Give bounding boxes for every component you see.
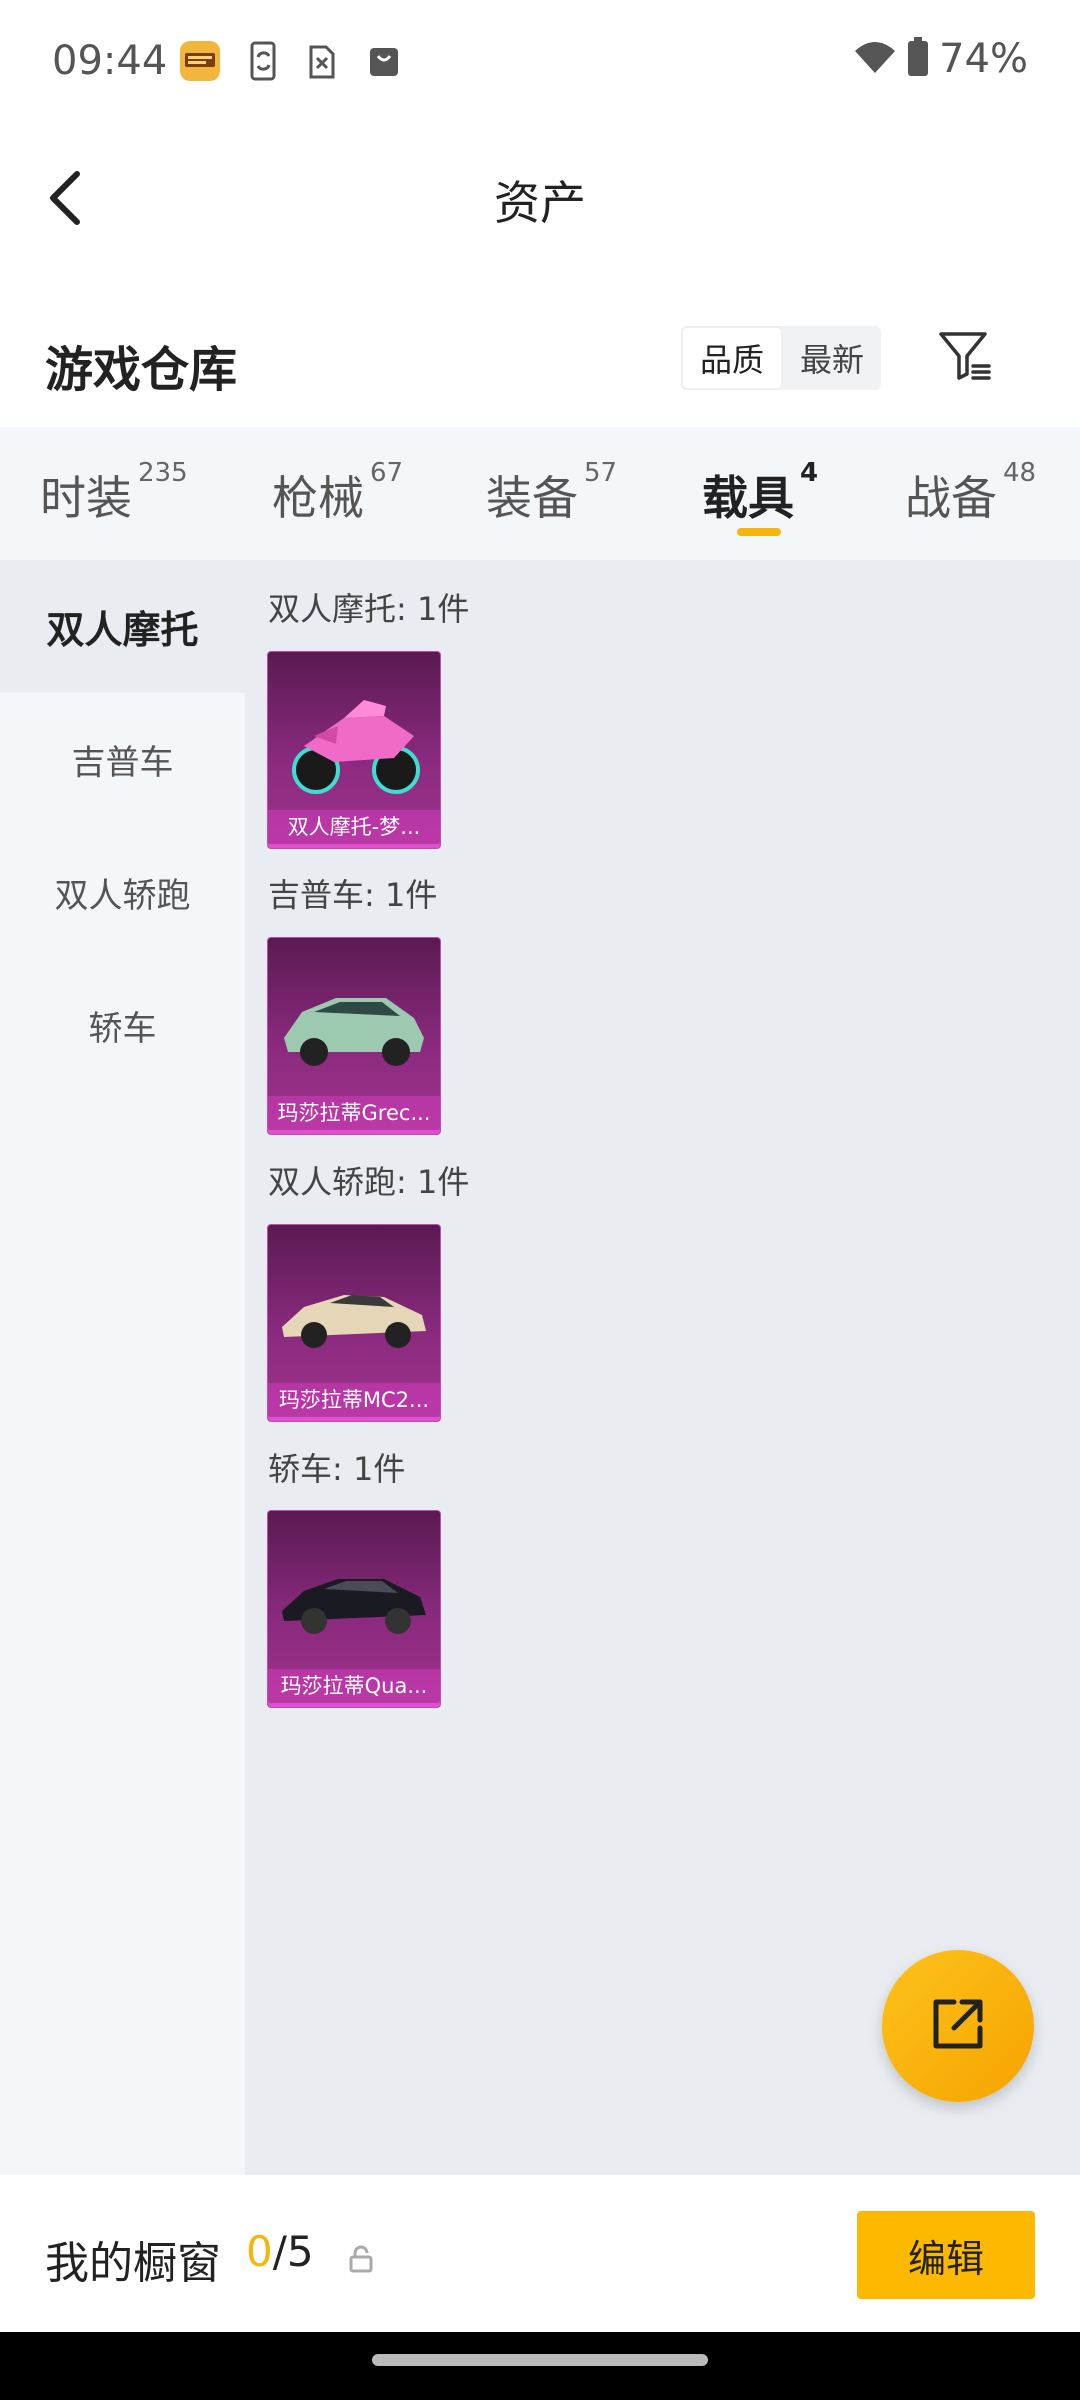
tab-weapons[interactable]: 枪械 67	[272, 458, 403, 528]
status-bar: 09:44 74%	[0, 0, 1080, 125]
tab-count: 57	[584, 458, 618, 488]
sidebar-item-motorcycle[interactable]: 双人摩托	[0, 560, 245, 693]
bag-icon	[366, 38, 402, 84]
green-suv-image	[284, 998, 424, 1066]
filter-button[interactable]	[930, 325, 1000, 391]
item-label: 双人摩托-梦...	[268, 810, 440, 844]
home-gesture-pill[interactable]	[372, 2354, 708, 2366]
item-label: 玛莎拉蒂Grec...	[268, 1096, 440, 1130]
tab-label: 装备	[486, 471, 578, 525]
showcase-count-total: /5	[272, 2227, 314, 2276]
tab-count: 4	[800, 458, 819, 488]
section-title: 双人摩托: 1件	[268, 590, 470, 628]
sort-toggle: 品质 最新	[681, 326, 881, 390]
sidebar-item-sedan[interactable]: 轿车	[0, 959, 245, 1092]
section-title: 双人轿跑: 1件	[268, 1163, 470, 1201]
showcase-count-current: 0	[246, 2227, 273, 2276]
item-label: 玛莎拉蒂MC2...	[268, 1383, 440, 1417]
vehicle-type-sidebar: 双人摩托 吉普车 双人轿跑 轿车	[0, 560, 245, 2175]
tab-count: 67	[370, 458, 404, 488]
game-app-icon	[178, 38, 222, 84]
share-external-icon	[928, 1994, 988, 2058]
status-time: 09:44	[52, 38, 168, 84]
lock-icon	[348, 2245, 374, 2277]
share-fab[interactable]	[882, 1950, 1034, 2102]
app-header: 资产	[0, 125, 1080, 265]
item-card[interactable]: 玛莎拉蒂MC2...	[267, 1224, 441, 1422]
item-card[interactable]: 双人摩托-梦...	[267, 651, 441, 849]
battery-icon	[907, 37, 929, 81]
category-tabs: 时装 235 枪械 67 装备 57 载具 4 战备 48	[0, 427, 1080, 560]
tab-label: 载具	[702, 471, 794, 525]
section-title: 吉普车: 1件	[268, 876, 438, 914]
phone-sync-icon	[244, 38, 284, 84]
showcase-count: 0/5	[246, 2227, 314, 2276]
tab-fashion[interactable]: 时装 235	[40, 458, 188, 528]
section-title: 轿车: 1件	[268, 1450, 406, 1488]
page-title: 资产	[494, 176, 586, 230]
tab-vehicles[interactable]: 载具 4	[702, 458, 818, 528]
warehouse-title: 游戏仓库	[45, 342, 238, 398]
tab-label: 时装	[40, 471, 132, 525]
tab-count: 48	[1003, 458, 1037, 488]
filter-icon	[937, 328, 993, 388]
wifi-icon	[853, 39, 897, 79]
pink-motorcycle-image	[292, 700, 420, 794]
item-label: 玛莎拉蒂Qua...	[268, 1669, 440, 1703]
showcase-title: 我的橱窗	[45, 2238, 221, 2289]
tab-supplies[interactable]: 战备 48	[905, 458, 1036, 528]
sidebar-item-coupe[interactable]: 双人轿跑	[0, 826, 245, 959]
status-right: 74%	[853, 36, 1028, 82]
item-card[interactable]: 玛莎拉蒂Qua...	[267, 1510, 441, 1708]
beige-sports-car-image	[282, 1295, 426, 1348]
sort-newest-button[interactable]: 最新	[783, 326, 881, 390]
battery-percent: 74%	[939, 36, 1028, 82]
tab-count: 235	[138, 458, 188, 488]
sidebar-item-jeep[interactable]: 吉普车	[0, 693, 245, 826]
tab-equipment[interactable]: 装备 57	[486, 458, 617, 528]
black-sedan-image	[282, 1579, 426, 1634]
active-tab-indicator	[737, 528, 781, 536]
tab-label: 战备	[905, 471, 997, 525]
sim-off-icon	[304, 38, 340, 84]
item-card[interactable]: 玛莎拉蒂Grec...	[267, 937, 441, 1135]
sort-quality-button[interactable]: 品质	[681, 326, 783, 390]
showcase-bar: 我的橱窗 0/5 编辑	[0, 2175, 1080, 2332]
vehicle-list: 双人摩托: 1件 双人摩托-梦... 吉普车: 1件 玛莎拉蒂Grec... 双…	[245, 560, 1080, 2175]
edit-button[interactable]: 编辑	[857, 2211, 1035, 2299]
gesture-nav-bar	[0, 2332, 1080, 2400]
tab-label: 枪械	[272, 471, 364, 525]
